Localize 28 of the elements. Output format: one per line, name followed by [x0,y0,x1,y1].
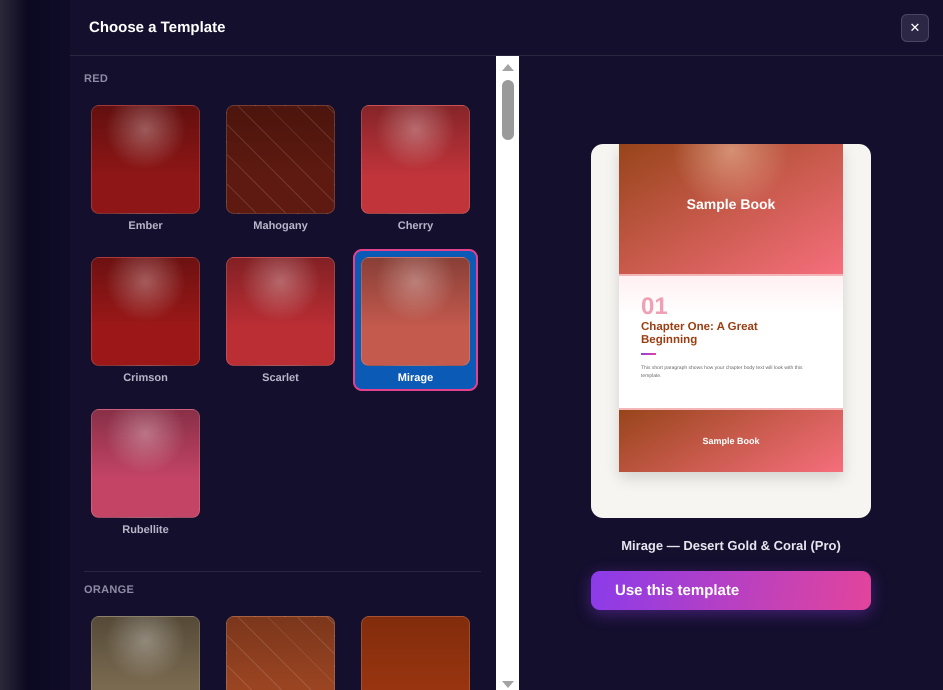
template-name: Scarlet [262,372,299,384]
template-card[interactable]: Mirage [353,249,478,391]
scrollbar[interactable] [496,56,519,690]
section-heading: ORANGE [84,584,136,596]
template-card[interactable]: Ember [83,97,208,239]
template-name: Cherry [398,220,434,232]
dialog-title: Choose a Template [89,19,226,36]
cover-title: Sample Book [686,196,776,212]
scroll-down-icon[interactable] [500,680,514,688]
template-card[interactable]: Cherry [353,97,478,239]
template-name: Mahogany [253,220,308,232]
template-name: Ember [128,220,163,232]
template-name: Crimson [123,372,168,384]
footer-title: Sample Book [702,436,760,446]
template-card[interactable]: Mahogany [218,97,343,239]
chapter-number: 01 [641,296,668,318]
template-card[interactable]: Rubellite [83,401,208,543]
template-caption: Mirage — Desert Gold & Coral (Pro) [621,538,841,553]
scroll-thumb[interactable] [502,80,514,140]
section-heading: RED [84,73,110,85]
template-card[interactable]: Crimson [83,249,208,391]
use-template-button[interactable]: Use this template [591,571,871,610]
template-name: Rubellite [122,524,169,536]
template-name: Mirage [398,372,434,384]
template-card[interactable]: Scarlet [218,249,343,391]
chapter-title: Chapter One: A Great Beginning [641,321,759,347]
scroll-up-icon[interactable] [500,62,514,72]
close-button[interactable]: ✕ [901,14,929,42]
